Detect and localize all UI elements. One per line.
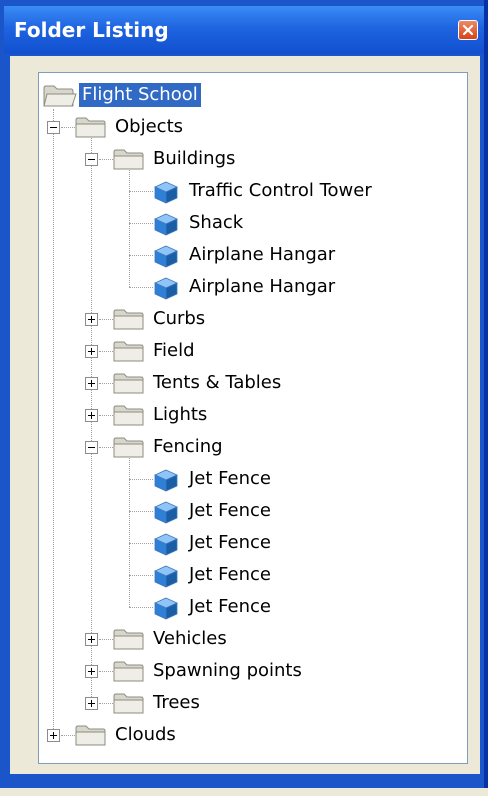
tree-line bbox=[99, 415, 113, 416]
tree-line bbox=[129, 575, 153, 576]
tree-line bbox=[99, 671, 113, 672]
tree-node-label[interactable]: Jet Fence bbox=[189, 495, 271, 527]
folder-open-icon bbox=[43, 85, 77, 107]
folder-icon bbox=[113, 149, 144, 170]
tree-line bbox=[129, 255, 153, 256]
folder-icon bbox=[113, 309, 144, 330]
tree-node-label[interactable]: Airplane Hangar bbox=[189, 239, 335, 271]
folder-tree[interactable]: Flight School Objects Buildings Traffic … bbox=[38, 72, 468, 764]
tree-line bbox=[129, 543, 153, 544]
folder-icon bbox=[113, 405, 144, 426]
tree-node-label[interactable]: Jet Fence bbox=[189, 527, 271, 559]
tree-line bbox=[99, 383, 113, 384]
plus-expander-icon[interactable] bbox=[85, 409, 98, 422]
tree-line bbox=[99, 447, 113, 448]
folder-listing-window: Folder Listing Flight School Objects Bui… bbox=[0, 0, 488, 796]
plus-expander-icon[interactable] bbox=[85, 697, 98, 710]
plus-expander-icon[interactable] bbox=[85, 345, 98, 358]
tree-node-label[interactable]: Buildings bbox=[153, 143, 235, 175]
window-title: Folder Listing bbox=[14, 18, 169, 42]
tree-node-label[interactable]: Trees bbox=[153, 687, 200, 719]
close-button[interactable] bbox=[458, 20, 478, 40]
close-icon bbox=[462, 24, 474, 36]
tree-line bbox=[61, 735, 75, 736]
tree-line bbox=[129, 191, 153, 192]
tree-line bbox=[99, 159, 113, 160]
tree-node-label[interactable]: Traffic Control Tower bbox=[189, 175, 372, 207]
tree-node-label[interactable]: Field bbox=[153, 335, 195, 367]
folder-icon bbox=[113, 629, 144, 650]
tree-line bbox=[129, 223, 153, 224]
folder-icon bbox=[75, 725, 106, 746]
cube-icon bbox=[154, 597, 178, 620]
tree-line bbox=[99, 639, 113, 640]
plus-expander-icon[interactable] bbox=[85, 665, 98, 678]
tree-node-label[interactable]: Fencing bbox=[153, 431, 223, 463]
folder-icon bbox=[113, 661, 144, 682]
tree-line bbox=[129, 479, 153, 480]
plus-expander-icon[interactable] bbox=[85, 377, 98, 390]
tree-line bbox=[129, 287, 153, 288]
cube-icon bbox=[154, 469, 178, 492]
tree-node-label[interactable]: Curbs bbox=[153, 303, 205, 335]
window-frame-bottom bbox=[0, 788, 488, 796]
window-frame-right bbox=[484, 0, 488, 796]
cube-icon bbox=[154, 565, 178, 588]
window-client-area: Flight School Objects Buildings Traffic … bbox=[10, 56, 480, 774]
cube-icon bbox=[154, 533, 178, 556]
plus-expander-icon[interactable] bbox=[85, 313, 98, 326]
tree-node-label[interactable]: Jet Fence bbox=[189, 559, 271, 591]
tree-line bbox=[129, 511, 153, 512]
minus-expander-icon[interactable] bbox=[47, 121, 60, 134]
tree-line bbox=[99, 351, 113, 352]
tree-node-label[interactable]: Spawning points bbox=[153, 655, 302, 687]
tree-node-label[interactable]: Tents & Tables bbox=[153, 367, 281, 399]
cube-icon bbox=[154, 213, 178, 236]
tree-node-label[interactable]: Jet Fence bbox=[189, 463, 271, 495]
title-bar[interactable]: Folder Listing bbox=[4, 6, 484, 54]
tree-node-label[interactable]: Flight School bbox=[79, 83, 201, 107]
tree-line bbox=[129, 447, 130, 607]
cube-icon bbox=[154, 245, 178, 268]
tree-node-label[interactable]: Jet Fence bbox=[189, 591, 271, 623]
tree-node-label[interactable]: Airplane Hangar bbox=[189, 271, 335, 303]
minus-expander-icon[interactable] bbox=[85, 153, 98, 166]
folder-icon bbox=[113, 437, 144, 458]
tree-line bbox=[61, 127, 75, 128]
minus-expander-icon[interactable] bbox=[85, 441, 98, 454]
tree-line bbox=[99, 319, 113, 320]
tree-node-label[interactable]: Clouds bbox=[115, 719, 176, 751]
tree-node-label[interactable]: Shack bbox=[189, 207, 243, 239]
folder-icon bbox=[113, 341, 144, 362]
tree-line bbox=[99, 703, 113, 704]
tree-line bbox=[129, 607, 153, 608]
folder-icon bbox=[75, 117, 106, 138]
tree-node-label[interactable]: Vehicles bbox=[153, 623, 227, 655]
folder-icon bbox=[113, 373, 144, 394]
plus-expander-icon[interactable] bbox=[85, 633, 98, 646]
cube-icon bbox=[154, 277, 178, 300]
tree-node-label[interactable]: Lights bbox=[153, 399, 207, 431]
plus-expander-icon[interactable] bbox=[47, 729, 60, 742]
cube-icon bbox=[154, 501, 178, 524]
folder-icon bbox=[113, 693, 144, 714]
tree-node-label[interactable]: Objects bbox=[115, 111, 183, 143]
tree-line bbox=[53, 109, 54, 731]
cube-icon bbox=[154, 181, 178, 204]
